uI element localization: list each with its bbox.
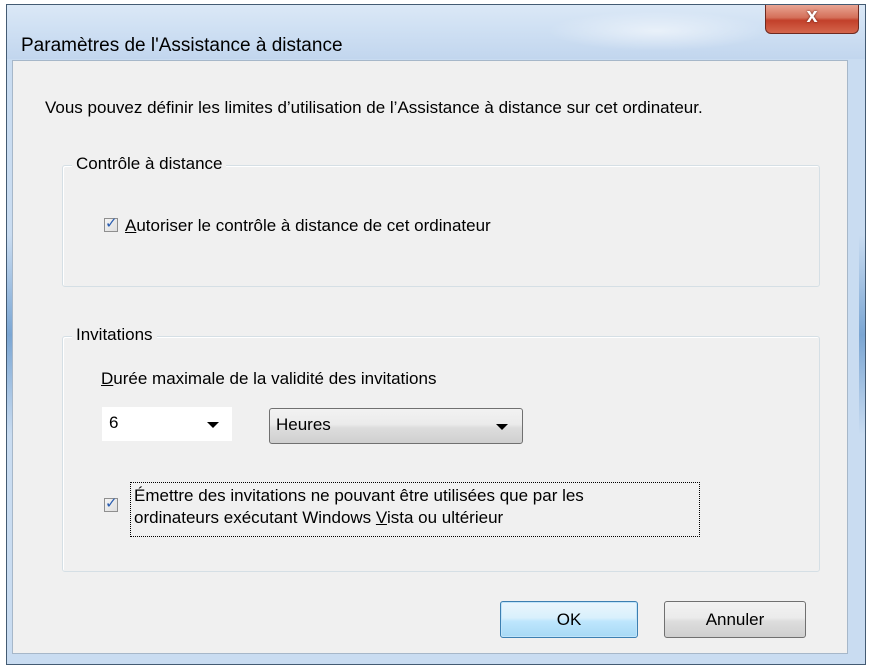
frame-accent-right xyxy=(859,235,865,435)
remote-control-group-label: Contrôle à distance xyxy=(72,154,227,174)
duration-unit-combobox[interactable]: Heures xyxy=(269,408,523,444)
accesskey-a: A xyxy=(125,216,137,235)
chevron-down-icon[interactable] xyxy=(207,422,219,428)
cancel-button[interactable]: Annuler xyxy=(664,601,806,638)
vista-only-line2-after: ista ou ultérieur xyxy=(386,508,504,527)
allow-remote-control-label-text: utoriser le contrôle à distance de cet o… xyxy=(136,216,491,235)
invitations-group-label: Invitations xyxy=(72,325,157,345)
title-glass xyxy=(547,11,767,51)
vista-only-label[interactable]: Émettre des invitations ne pouvant être … xyxy=(134,485,584,529)
duration-unit-value: Heures xyxy=(276,415,331,434)
intro-text: Vous pouvez définir les limites d’utilis… xyxy=(45,98,703,117)
duration-label: Durée maximale de la validité des invita… xyxy=(101,369,436,389)
duration-label-text: urée maximale de la validité des invitat… xyxy=(113,369,437,388)
accesskey-v: V xyxy=(375,508,387,527)
close-button[interactable]: x xyxy=(765,5,859,34)
duration-value: 6 xyxy=(109,413,119,432)
chevron-down-icon[interactable] xyxy=(496,424,508,430)
allow-remote-control-label[interactable]: Autoriser le contrôle à distance de cet … xyxy=(125,216,491,236)
checkmark-icon: ✓ xyxy=(105,215,118,232)
ok-button[interactable]: OK xyxy=(500,601,638,638)
title-bar[interactable]: Paramètres de l'Assistance à distance x xyxy=(7,5,865,59)
close-icon: x xyxy=(806,5,818,27)
vista-only-label-line1: Émettre des invitations ne pouvant être … xyxy=(134,486,584,505)
vista-only-line2-before: ordinateurs exécutant Windows xyxy=(134,508,376,527)
accesskey-d: D xyxy=(101,369,114,388)
allow-remote-control-checkbox[interactable]: ✓ xyxy=(104,215,118,232)
window-title: Paramètres de l'Assistance à distance xyxy=(21,35,343,56)
vista-only-checkbox[interactable]: ✓ xyxy=(104,495,118,512)
checkmark-icon: ✓ xyxy=(105,495,118,512)
vista-only-label-line2: ordinateurs exécutant Windows Vista ou u… xyxy=(134,507,584,529)
duration-value-combobox[interactable]: 6 xyxy=(102,407,232,441)
